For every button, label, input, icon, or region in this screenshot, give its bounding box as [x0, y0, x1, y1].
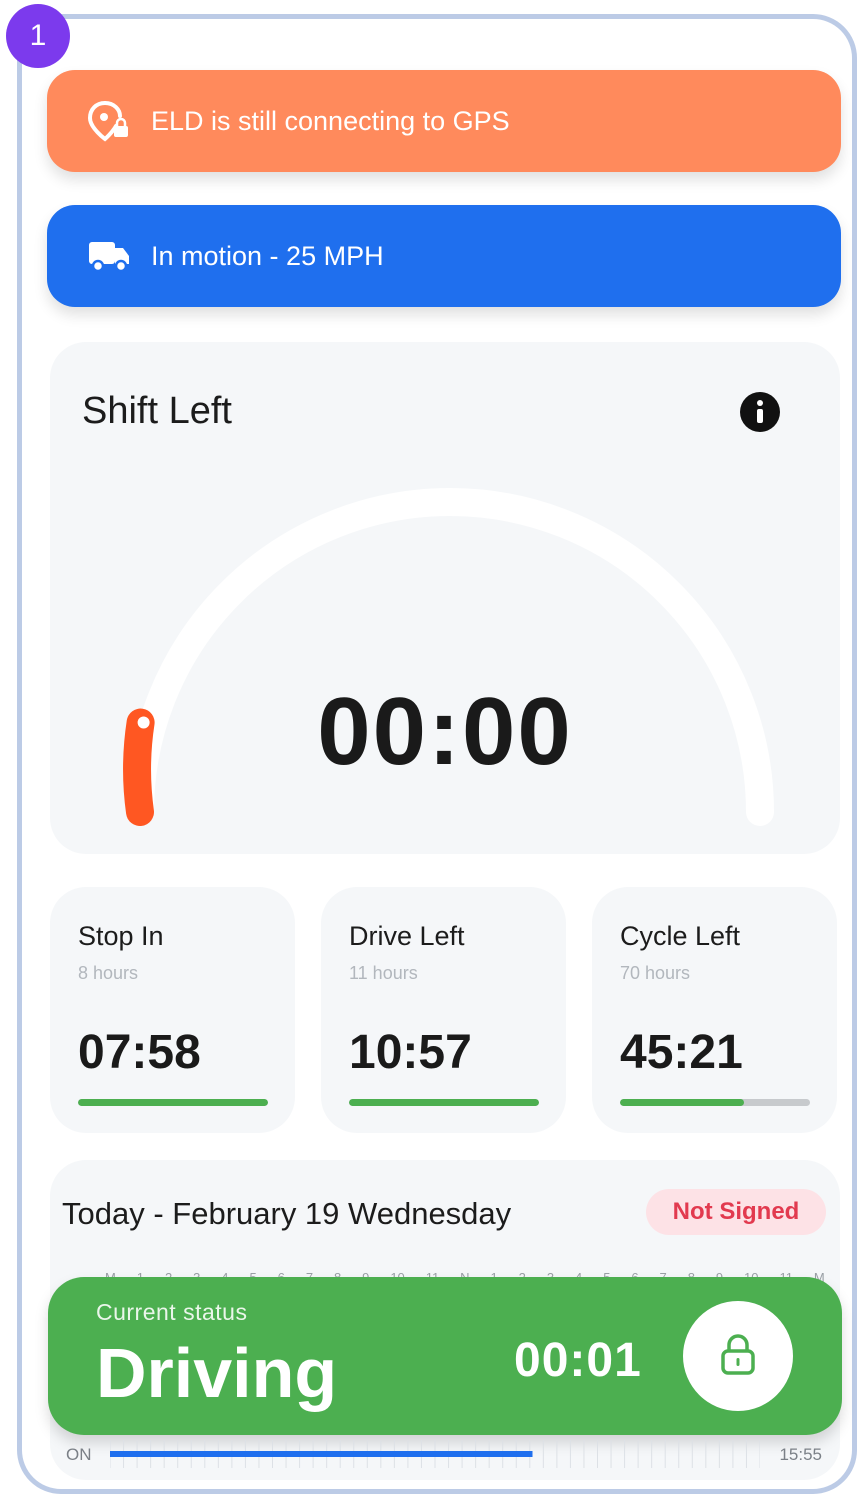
location-lock-icon — [87, 99, 131, 143]
stat-progress-fill — [78, 1099, 268, 1106]
timeline-end-time: 15:55 — [779, 1445, 822, 1464]
stat-progress-track — [620, 1099, 810, 1106]
cycle-left-card: Cycle Left 70 hours 45:21 — [592, 887, 837, 1133]
stop-in-card: Stop In 8 hours 07:58 — [50, 887, 295, 1133]
timeline-row-label: ON — [66, 1445, 92, 1464]
drive-left-card: Drive Left 11 hours 10:57 — [321, 887, 566, 1133]
shift-left-time: 00:00 — [317, 678, 573, 785]
stat-progress-fill — [620, 1099, 744, 1106]
stat-value: 45:21 — [620, 1026, 743, 1079]
motion-status-banner[interactable]: In motion - 25 MPH — [47, 205, 841, 307]
log-date-title: Today - February 19 Wednesday — [62, 1196, 512, 1231]
stat-subtitle: 8 hours — [78, 963, 139, 983]
signature-status-badge[interactable]: Not Signed — [646, 1189, 826, 1235]
stat-progress-track — [349, 1099, 539, 1106]
log-timeline: ON 15:55 — [60, 1440, 830, 1468]
current-status-value: Driving — [96, 1334, 338, 1412]
truck-icon — [87, 234, 131, 278]
stat-title: Cycle Left — [620, 921, 741, 951]
motion-status-text: In motion - 25 MPH — [151, 240, 384, 271]
stat-progress-track — [78, 1099, 268, 1106]
current-status-label: Current status — [96, 1299, 248, 1325]
stat-title: Stop In — [78, 921, 164, 951]
shift-left-card: Shift Left 00:00 — [50, 342, 840, 854]
gps-status-banner[interactable]: ELD is still connecting to GPS — [47, 70, 841, 172]
lock-icon — [718, 1332, 758, 1381]
stat-title: Drive Left — [349, 921, 465, 951]
stat-subtitle: 11 hours — [349, 963, 418, 983]
lock-button[interactable] — [683, 1301, 793, 1411]
timeline-on-duty-bar — [110, 1451, 533, 1457]
stat-value: 10:57 — [349, 1026, 472, 1079]
timeline-grid — [110, 1440, 760, 1468]
current-status-panel[interactable]: Current status Driving 00:01 — [48, 1277, 842, 1435]
gps-status-text: ELD is still connecting to GPS — [151, 105, 510, 136]
stat-progress-fill — [349, 1099, 539, 1106]
stat-subtitle: 70 hours — [620, 963, 691, 983]
step-badge: 1 — [6, 4, 70, 68]
current-status-timer: 00:01 — [514, 1334, 642, 1387]
stat-value: 07:58 — [78, 1026, 201, 1079]
